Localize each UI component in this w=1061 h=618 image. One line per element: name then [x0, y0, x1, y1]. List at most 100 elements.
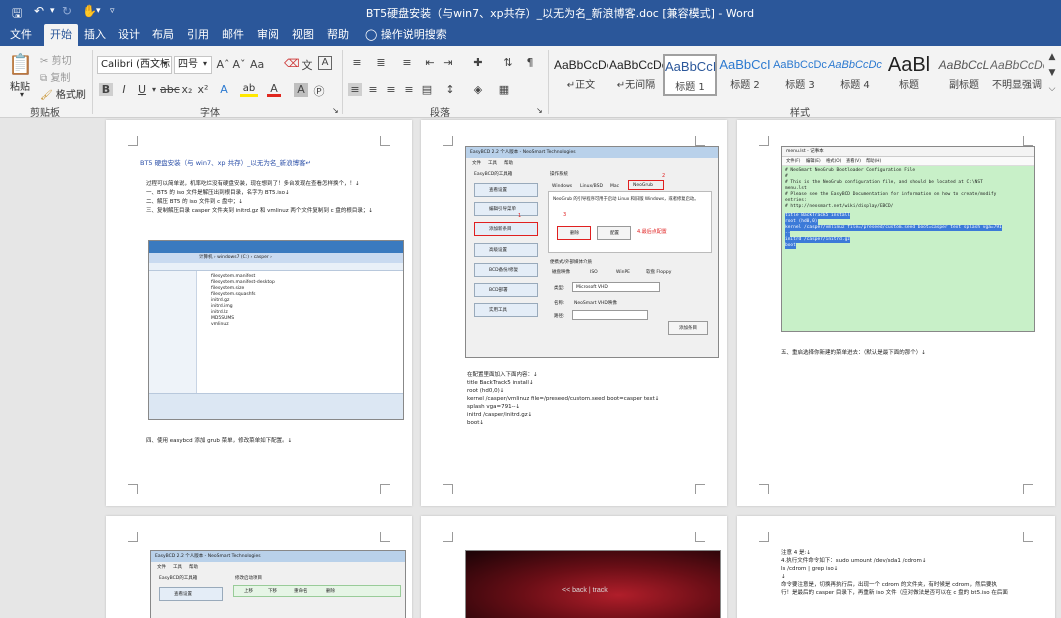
style-name: 标题 3: [785, 80, 815, 91]
tab-file[interactable]: 文件: [6, 24, 36, 46]
save-icon[interactable]: 🖫: [12, 4, 22, 25]
tab-review[interactable]: 审阅: [253, 24, 283, 46]
crop-mark: [443, 532, 453, 542]
body-line: 注意 4 是:↓: [781, 550, 811, 556]
numbering-icon[interactable]: ≣: [372, 56, 390, 69]
tab-mailings[interactable]: 邮件: [218, 24, 248, 46]
paste-dropdown-icon[interactable]: ▾: [20, 90, 24, 99]
copy-button[interactable]: ⧉ 复制: [40, 69, 70, 84]
underline-icon[interactable]: U: [135, 83, 149, 96]
strikethrough-icon[interactable]: abc: [160, 83, 180, 96]
style-heading-1[interactable]: AaBbCcI 标题 1: [663, 54, 717, 96]
text-effects-icon[interactable]: A: [216, 83, 232, 96]
clear-formatting-icon[interactable]: ⌫: [284, 57, 300, 70]
bold-icon[interactable]: B: [99, 83, 113, 96]
italic-icon[interactable]: I: [117, 83, 131, 96]
font-color-icon[interactable]: A: [267, 83, 281, 97]
page-4[interactable]: EasyBCD 2.2 个人版本 - NeoSmart Technologies…: [106, 516, 412, 618]
page-3[interactable]: menu.lst - 记事本 文件(F) 编辑(E) 格式(O) 查看(V) 帮…: [737, 120, 1055, 506]
font-name-dropdown-icon[interactable]: ▾: [163, 59, 167, 68]
shrink-font-icon[interactable]: Aˇ: [232, 58, 246, 71]
portable-tab: ISO: [590, 270, 598, 275]
window-title: BT5硬盘安装（与win7、xp共存）_以无为名_新浪博客.doc [兼容模式]…: [365, 7, 755, 20]
style-name: 标题 4: [840, 80, 870, 91]
line-spacing-icon[interactable]: ↕: [442, 83, 458, 96]
enclose-characters-icon[interactable]: Ⓟ: [312, 83, 326, 99]
page-6[interactable]: 注意 4 是:↓ 4.执行文件命令如下：sudo umount /dev/sda…: [737, 516, 1055, 618]
style-no-spacing[interactable]: AaBbCcDc ↵无间隔: [609, 54, 663, 96]
format-painter-button[interactable]: 🖌 格式刷: [40, 86, 86, 101]
paragraph-shading-icon[interactable]: ◈: [470, 83, 486, 96]
superscript-icon[interactable]: x²: [196, 83, 210, 96]
undo-dropdown-icon[interactable]: ▾: [50, 6, 55, 16]
touch-dropdown-icon[interactable]: ▾: [96, 6, 101, 16]
styles-more-icon[interactable]: ⌵: [1046, 84, 1058, 94]
style-heading-2[interactable]: AaBbCcI 标题 2: [718, 54, 772, 96]
tab-help[interactable]: 帮助: [323, 24, 353, 46]
sort-icon[interactable]: ⇅: [500, 56, 516, 69]
touch-mode-icon[interactable]: ✋: [82, 4, 97, 18]
install-label: 删除: [570, 231, 579, 236]
redo-icon[interactable]: ↻: [62, 4, 72, 18]
multilevel-list-icon[interactable]: ≡: [398, 56, 416, 69]
paragraph-dialog-launcher-icon[interactable]: ↘: [536, 106, 543, 115]
style-heading-3[interactable]: AaBbCcDc 标题 3: [773, 54, 827, 96]
style-subtitle[interactable]: AaBbCcL 副标题: [937, 54, 991, 96]
highlight-icon[interactable]: ab: [240, 83, 258, 97]
grow-font-icon[interactable]: Aˆ: [216, 58, 230, 71]
page-2[interactable]: EasyBCD 2.2 个人版本 - NeoSmart Technologies…: [421, 120, 727, 506]
paste-icon[interactable]: 📋: [8, 52, 33, 76]
easybcd-titlebar: EasyBCD 2.2 个人版本 - NeoSmart Technologies: [151, 551, 405, 562]
increase-indent-icon[interactable]: ⇥: [440, 56, 456, 69]
portable-section-title: 便携式/外部媒体介质: [550, 260, 593, 265]
sidebar-item-label: 高级设置: [489, 248, 507, 253]
font-dialog-launcher-icon[interactable]: ↘: [332, 106, 339, 115]
phonetic-guide-icon[interactable]: 文: [300, 57, 314, 73]
explorer-toolbar: [149, 263, 403, 271]
style-normal[interactable]: AaBbCcDc ↵正文: [554, 54, 608, 96]
show-marks-icon[interactable]: ¶: [522, 56, 538, 69]
os-tab: Linux/BSD: [580, 184, 603, 189]
distributed-icon[interactable]: ▤: [420, 83, 434, 96]
font-name-select[interactable]: Calibri (西文标: [97, 56, 172, 74]
tab-home[interactable]: 开始: [44, 24, 78, 46]
crop-mark: [695, 484, 705, 494]
tab-references[interactable]: 引用: [183, 24, 213, 46]
styles-scroll-up-icon[interactable]: ▲: [1046, 52, 1058, 62]
subscript-icon[interactable]: x₂: [180, 83, 194, 96]
tab-layout[interactable]: 布局: [148, 24, 178, 46]
sidebar-title: EasyBCD的工具箱: [474, 172, 513, 177]
os-tab-neogrub: NeoGrub: [628, 180, 664, 190]
decrease-indent-icon[interactable]: ⇤: [422, 56, 438, 69]
style-name: ↵正文: [566, 80, 596, 91]
cut-button[interactable]: ✂ 剪切: [40, 52, 72, 67]
underline-dropdown-icon[interactable]: ▾: [150, 85, 158, 94]
document-canvas[interactable]: BT5 硬盘安装（与 win7、xp 共存）_以无为名_新浪博客↵ 过程可以简单…: [0, 118, 1061, 618]
customize-icon[interactable]: ▿: [110, 6, 115, 16]
style-heading-4[interactable]: AaBbCcDc 标题 4: [828, 54, 882, 96]
tab-view[interactable]: 视图: [288, 24, 318, 46]
align-left-icon[interactable]: ≡: [348, 83, 362, 96]
explorer-file-list: filesystem.manifest filesystem.manifest-…: [197, 271, 403, 393]
justify-icon[interactable]: ≡: [402, 83, 416, 96]
character-border-icon[interactable]: A: [318, 56, 332, 70]
tell-me-search[interactable]: ◯ 操作说明搜索: [365, 24, 447, 46]
undo-icon[interactable]: ↶: [34, 4, 44, 18]
styles-scroll-down-icon[interactable]: ▼: [1046, 68, 1058, 78]
sidebar-item: 实用工具: [474, 303, 538, 317]
font-size-dropdown-icon[interactable]: ▾: [203, 59, 207, 68]
bullets-icon[interactable]: ≡: [348, 56, 366, 69]
align-right-icon[interactable]: ≡: [384, 83, 398, 96]
page-5[interactable]: << back | track: [421, 516, 727, 618]
character-shading-icon[interactable]: A: [294, 83, 308, 97]
align-center-icon[interactable]: ≡: [366, 83, 380, 96]
tab-design[interactable]: 设计: [114, 24, 144, 46]
page-1[interactable]: BT5 硬盘安装（与 win7、xp 共存）_以无为名_新浪博客↵ 过程可以简单…: [106, 120, 412, 506]
asian-layout-icon[interactable]: ✚: [470, 56, 486, 69]
tab-insert[interactable]: 插入: [80, 24, 110, 46]
change-case-icon[interactable]: Aa: [250, 58, 264, 71]
sidebar-item: BCD备份/修复: [474, 263, 538, 277]
style-title[interactable]: AaBl 标题: [882, 54, 936, 96]
borders-icon[interactable]: ▦: [496, 83, 512, 96]
style-subtle-emphasis[interactable]: AaBbCcDc 不明显强调: [990, 54, 1044, 96]
